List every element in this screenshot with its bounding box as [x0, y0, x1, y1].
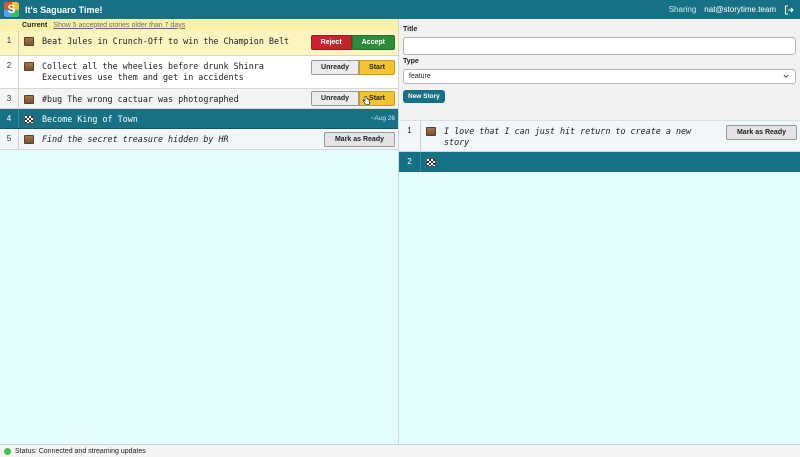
- story-row[interactable]: 5 Find the secret treasure hidden by HR …: [0, 129, 398, 150]
- app-title[interactable]: It's Saguaro Time!: [25, 5, 103, 15]
- mark-as-ready-button[interactable]: Mark as Ready: [323, 132, 395, 147]
- checkered-flag-icon: [24, 115, 34, 124]
- story-row[interactable]: 1 Beat Jules in Crunch-Off to win the Ch…: [0, 31, 398, 56]
- backlog-panel: Title Type feature New Story 1 I love th…: [398, 19, 800, 444]
- release-date: ~Aug 26: [370, 115, 395, 122]
- story-number: 4: [0, 109, 19, 128]
- new-story-button[interactable]: New Story: [403, 90, 445, 103]
- top-navbar: S It's Saguaro Time! Sharing nat@storyti…: [0, 0, 800, 19]
- story-number: 2: [399, 152, 421, 172]
- backlog-row-selected[interactable]: 2: [399, 152, 800, 172]
- story-title[interactable]: [436, 152, 696, 172]
- unready-button[interactable]: Unready: [311, 91, 360, 106]
- status-dot-icon: [4, 447, 11, 455]
- unready-button[interactable]: Unready: [311, 60, 360, 75]
- current-panel: Current Show 5 accepted stories older th…: [0, 19, 398, 444]
- story-row[interactable]: 3 #bug The wrong cactuar was photographe…: [0, 89, 398, 109]
- current-header: Current Show 5 accepted stories older th…: [0, 19, 398, 31]
- story-number: 2: [0, 56, 19, 88]
- current-label: Current: [22, 21, 48, 29]
- accept-button[interactable]: Accept: [351, 35, 395, 50]
- story-number: 3: [0, 89, 19, 108]
- type-label: Type: [403, 58, 419, 65]
- story-row-selected[interactable]: 4 Become King of Town ~Aug 26: [0, 109, 398, 129]
- backlog-row[interactable]: 1 I love that I can just hit return to c…: [399, 120, 800, 152]
- reject-button[interactable]: Reject: [310, 35, 352, 50]
- chevron-down-icon: [783, 74, 789, 78]
- sharing-link[interactable]: Sharing: [669, 5, 697, 14]
- title-label: Title: [403, 26, 418, 33]
- start-button[interactable]: Start: [359, 60, 395, 75]
- story-row[interactable]: 2 Collect all the wheelies before drunk …: [0, 56, 398, 89]
- chest-icon: [24, 95, 34, 104]
- status-bar: Status: Connected and streaming updates: [0, 444, 800, 457]
- title-input[interactable]: [403, 37, 796, 55]
- story-number: 5: [0, 129, 19, 149]
- status-text: Status: Connected and streaming updates: [15, 447, 146, 455]
- chest-icon: [24, 62, 34, 71]
- logout-icon[interactable]: [784, 4, 794, 15]
- show-older-link[interactable]: Show 5 accepted stories older than 7 day…: [53, 22, 185, 29]
- story-title[interactable]: Become King of Town: [34, 109, 398, 128]
- user-email[interactable]: nat@storytime.team: [704, 5, 776, 14]
- type-selected-value: feature: [409, 73, 431, 80]
- hand-cursor-icon: [362, 96, 370, 105]
- chest-icon: [24, 37, 34, 46]
- checkered-flag-icon: [426, 158, 436, 167]
- new-story-form: Title Type feature New Story: [399, 19, 800, 120]
- app-logo[interactable]: S: [4, 2, 19, 17]
- logo-letter: S: [7, 2, 16, 16]
- chest-icon: [426, 127, 436, 136]
- mark-as-ready-button[interactable]: Mark as Ready: [725, 125, 797, 140]
- chest-icon: [24, 135, 34, 144]
- story-number: 1: [0, 31, 19, 55]
- story-title[interactable]: I love that I can just hit return to cre…: [436, 121, 696, 151]
- type-select[interactable]: feature: [403, 69, 796, 84]
- story-number: 1: [399, 121, 421, 151]
